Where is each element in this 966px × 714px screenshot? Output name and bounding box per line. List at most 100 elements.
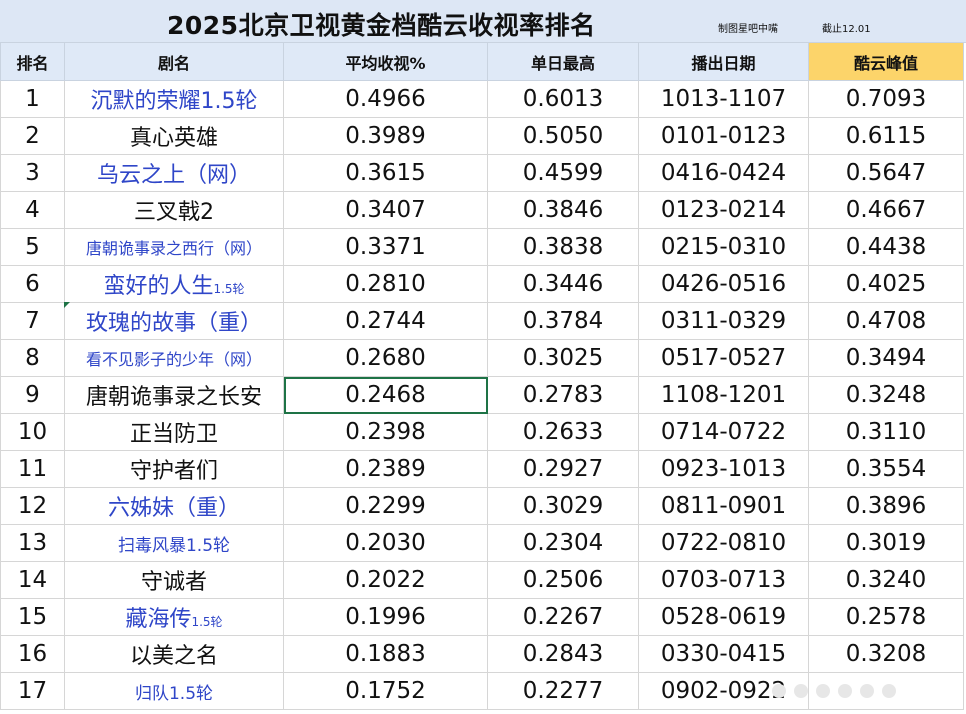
air-dates-cell[interactable]: 0811-0901 [638,487,809,525]
avg-rating-cell[interactable]: 0.2299 [283,487,488,525]
title-cell[interactable]: 蛮好的人生1.5轮 [64,265,284,303]
avg-rating-cell[interactable]: 0.1996 [283,598,488,636]
avg-rating-cell[interactable]: 0.1752 [283,672,488,710]
title-cell[interactable]: 唐朝诡事录之西行（网） [64,228,284,266]
daily-max-cell[interactable]: 0.3846 [487,191,639,229]
title-cell[interactable]: 三叉戟2 [64,191,284,229]
avg-rating-cell[interactable]: 0.3407 [283,191,488,229]
air-dates-cell[interactable]: 0714-0722 [638,413,809,451]
avg-rating-cell[interactable]: 0.3989 [283,117,488,155]
title-cell[interactable]: 沉默的荣耀1.5轮 [64,80,284,118]
air-dates-cell[interactable]: 0528-0619 [638,598,809,636]
daily-max-cell[interactable]: 0.6013 [487,80,639,118]
avg-rating-cell[interactable]: 0.2389 [283,450,488,488]
daily-max-cell[interactable]: 0.3025 [487,339,639,377]
rank-cell[interactable]: 13 [0,524,65,562]
avg-rating-cell[interactable]: 0.1883 [283,635,488,673]
air-dates-cell[interactable]: 0923-1013 [638,450,809,488]
rank-cell[interactable]: 5 [0,228,65,266]
daily-max-cell[interactable]: 0.2277 [487,672,639,710]
title-cell[interactable]: 藏海传1.5轮 [64,598,284,636]
avg-rating-cell[interactable]: 0.2680 [283,339,488,377]
peak-cell[interactable]: 0.4025 [808,265,964,303]
title-cell[interactable]: 守诚者 [64,561,284,599]
avg-rating-cell[interactable]: 0.2398 [283,413,488,451]
column-header-peak[interactable]: 酷云峰值 [808,42,964,81]
rank-cell[interactable]: 3 [0,154,65,192]
column-header-title[interactable]: 剧名 [64,42,284,81]
avg-rating-cell[interactable]: 0.2022 [283,561,488,599]
daily-max-cell[interactable]: 0.2267 [487,598,639,636]
peak-cell[interactable]: 0.3240 [808,561,964,599]
peak-cell[interactable]: 0.3110 [808,413,964,451]
rank-cell[interactable]: 6 [0,265,65,303]
title-cell[interactable]: 归队1.5轮 [64,672,284,710]
column-header-avg[interactable]: 平均收视% [283,42,488,81]
rank-cell[interactable]: 12 [0,487,65,525]
air-dates-cell[interactable]: 0215-0310 [638,228,809,266]
air-dates-cell[interactable]: 1013-1107 [638,80,809,118]
peak-cell[interactable]: 0.5647 [808,154,964,192]
daily-max-cell[interactable]: 0.3838 [487,228,639,266]
peak-cell[interactable]: 0.3494 [808,339,964,377]
daily-max-cell[interactable]: 0.2843 [487,635,639,673]
air-dates-cell[interactable]: 1108-1201 [638,376,809,414]
rank-cell[interactable]: 15 [0,598,65,636]
daily-max-cell[interactable]: 0.2783 [487,376,639,414]
avg-rating-cell[interactable]: 0.3371 [283,228,488,266]
peak-cell[interactable]: 0.3248 [808,376,964,414]
rank-cell[interactable]: 1 [0,80,65,118]
peak-cell[interactable]: 0.4708 [808,302,964,340]
air-dates-cell[interactable]: 0101-0123 [638,117,809,155]
air-dates-cell[interactable]: 0517-0527 [638,339,809,377]
column-header-max[interactable]: 单日最高 [487,42,639,81]
title-cell[interactable]: 玫瑰的故事（重） [64,302,284,340]
rank-cell[interactable]: 11 [0,450,65,488]
peak-cell[interactable]: 0.3208 [808,635,964,673]
air-dates-cell[interactable]: 0123-0214 [638,191,809,229]
title-cell[interactable]: 真心英雄 [64,117,284,155]
daily-max-cell[interactable]: 0.5050 [487,117,639,155]
rank-cell[interactable]: 8 [0,339,65,377]
rank-cell[interactable]: 2 [0,117,65,155]
title-cell[interactable]: 正当防卫 [64,413,284,451]
avg-rating-cell[interactable]: 0.2030 [283,524,488,562]
daily-max-cell[interactable]: 0.2633 [487,413,639,451]
column-header-dates[interactable]: 播出日期 [638,42,809,81]
title-cell[interactable]: 扫毒风暴1.5轮 [64,524,284,562]
title-cell[interactable]: 以美之名 [64,635,284,673]
air-dates-cell[interactable]: 0722-0810 [638,524,809,562]
peak-cell[interactable]: 0.3554 [808,450,964,488]
rank-cell[interactable]: 17 [0,672,65,710]
avg-rating-cell[interactable]: 0.2810 [283,265,488,303]
rank-cell[interactable]: 7 [0,302,65,340]
title-cell[interactable]: 六姊妹（重） [64,487,284,525]
peak-cell[interactable]: 0.2578 [808,598,964,636]
daily-max-cell[interactable]: 0.3784 [487,302,639,340]
air-dates-cell[interactable]: 0330-0415 [638,635,809,673]
daily-max-cell[interactable]: 0.4599 [487,154,639,192]
air-dates-cell[interactable]: 0703-0713 [638,561,809,599]
title-cell[interactable]: 乌云之上（网） [64,154,284,192]
daily-max-cell[interactable]: 0.3029 [487,487,639,525]
peak-cell[interactable]: 0.4438 [808,228,964,266]
rank-cell[interactable]: 9 [0,376,65,414]
avg-rating-cell[interactable]: 0.4966 [283,80,488,118]
title-cell[interactable]: 守护者们 [64,450,284,488]
daily-max-cell[interactable]: 0.2304 [487,524,639,562]
rank-cell[interactable]: 4 [0,191,65,229]
column-header-rank[interactable]: 排名 [0,42,65,81]
title-cell[interactable]: 唐朝诡事录之长安 [64,376,284,414]
avg-rating-cell[interactable]: 0.2468 [283,376,488,414]
daily-max-cell[interactable]: 0.3446 [487,265,639,303]
rank-cell[interactable]: 10 [0,413,65,451]
avg-rating-cell[interactable]: 0.2744 [283,302,488,340]
rank-cell[interactable]: 14 [0,561,65,599]
peak-cell[interactable]: 0.4667 [808,191,964,229]
peak-cell[interactable]: 0.7093 [808,80,964,118]
rank-cell[interactable]: 16 [0,635,65,673]
title-cell[interactable]: 看不见影子的少年（网） [64,339,284,377]
peak-cell[interactable]: 0.6115 [808,117,964,155]
air-dates-cell[interactable]: 0416-0424 [638,154,809,192]
daily-max-cell[interactable]: 0.2506 [487,561,639,599]
